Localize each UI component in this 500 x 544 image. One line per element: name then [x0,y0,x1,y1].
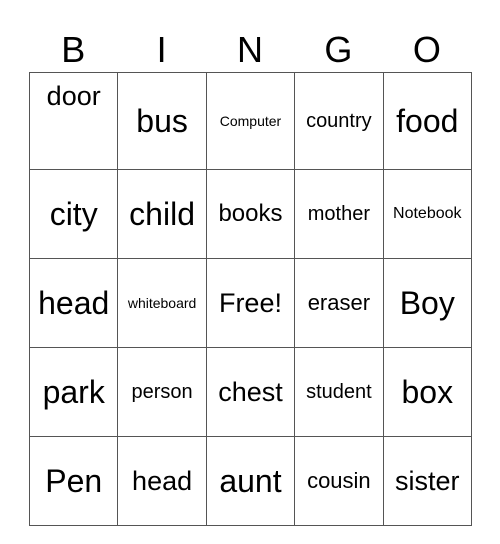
bingo-cell[interactable]: student [294,347,384,437]
bingo-header: B I N G O [29,28,471,72]
bingo-cell[interactable]: door [28,72,119,170]
bingo-cell[interactable]: Boy [382,258,473,348]
bingo-cell[interactable]: head [117,436,207,526]
bingo-cell[interactable]: eraser [294,258,384,348]
header-letter-i: I [156,29,167,70]
bingo-cell[interactable]: books [205,169,296,259]
bingo-cell[interactable]: aunt [205,436,296,526]
board-row: head whiteboard Free! eraser Boy [28,258,473,348]
header-letter-o: O [412,29,441,70]
board-row: Pen head aunt cousin sister [28,436,473,526]
bingo-cell[interactable]: city [28,169,119,259]
bingo-cell[interactable]: sister [382,436,473,526]
bingo-cell[interactable]: Pen [28,436,119,526]
bingo-cell[interactable]: whiteboard [117,258,207,348]
board-row: door bus Computer country food [28,72,473,170]
header-letter-b: B [61,29,86,70]
bingo-cell[interactable]: food [382,72,473,170]
bingo-cell[interactable]: Notebook [382,169,473,259]
bingo-cell[interactable]: box [382,347,473,437]
header-letter-n: N [237,29,264,70]
bingo-cell[interactable]: park [28,347,119,437]
free-space-cell[interactable]: Free! [205,258,296,348]
bingo-cell[interactable]: chest [205,347,296,437]
bingo-cell[interactable]: child [117,169,207,259]
bingo-cell[interactable]: head [28,258,119,348]
bingo-cell[interactable]: person [117,347,207,437]
board-row: park person chest student box [28,347,473,437]
bingo-cell[interactable]: cousin [294,436,384,526]
bingo-cell[interactable]: country [294,72,384,170]
board-row: city child books mother Notebook [28,169,473,259]
bingo-board: door bus Computer country food city chil… [28,72,473,526]
bingo-cell[interactable]: Computer [205,72,296,170]
bingo-cell[interactable]: mother [294,169,384,259]
header-letter-g: G [324,29,353,70]
bingo-cell[interactable]: bus [117,72,207,170]
